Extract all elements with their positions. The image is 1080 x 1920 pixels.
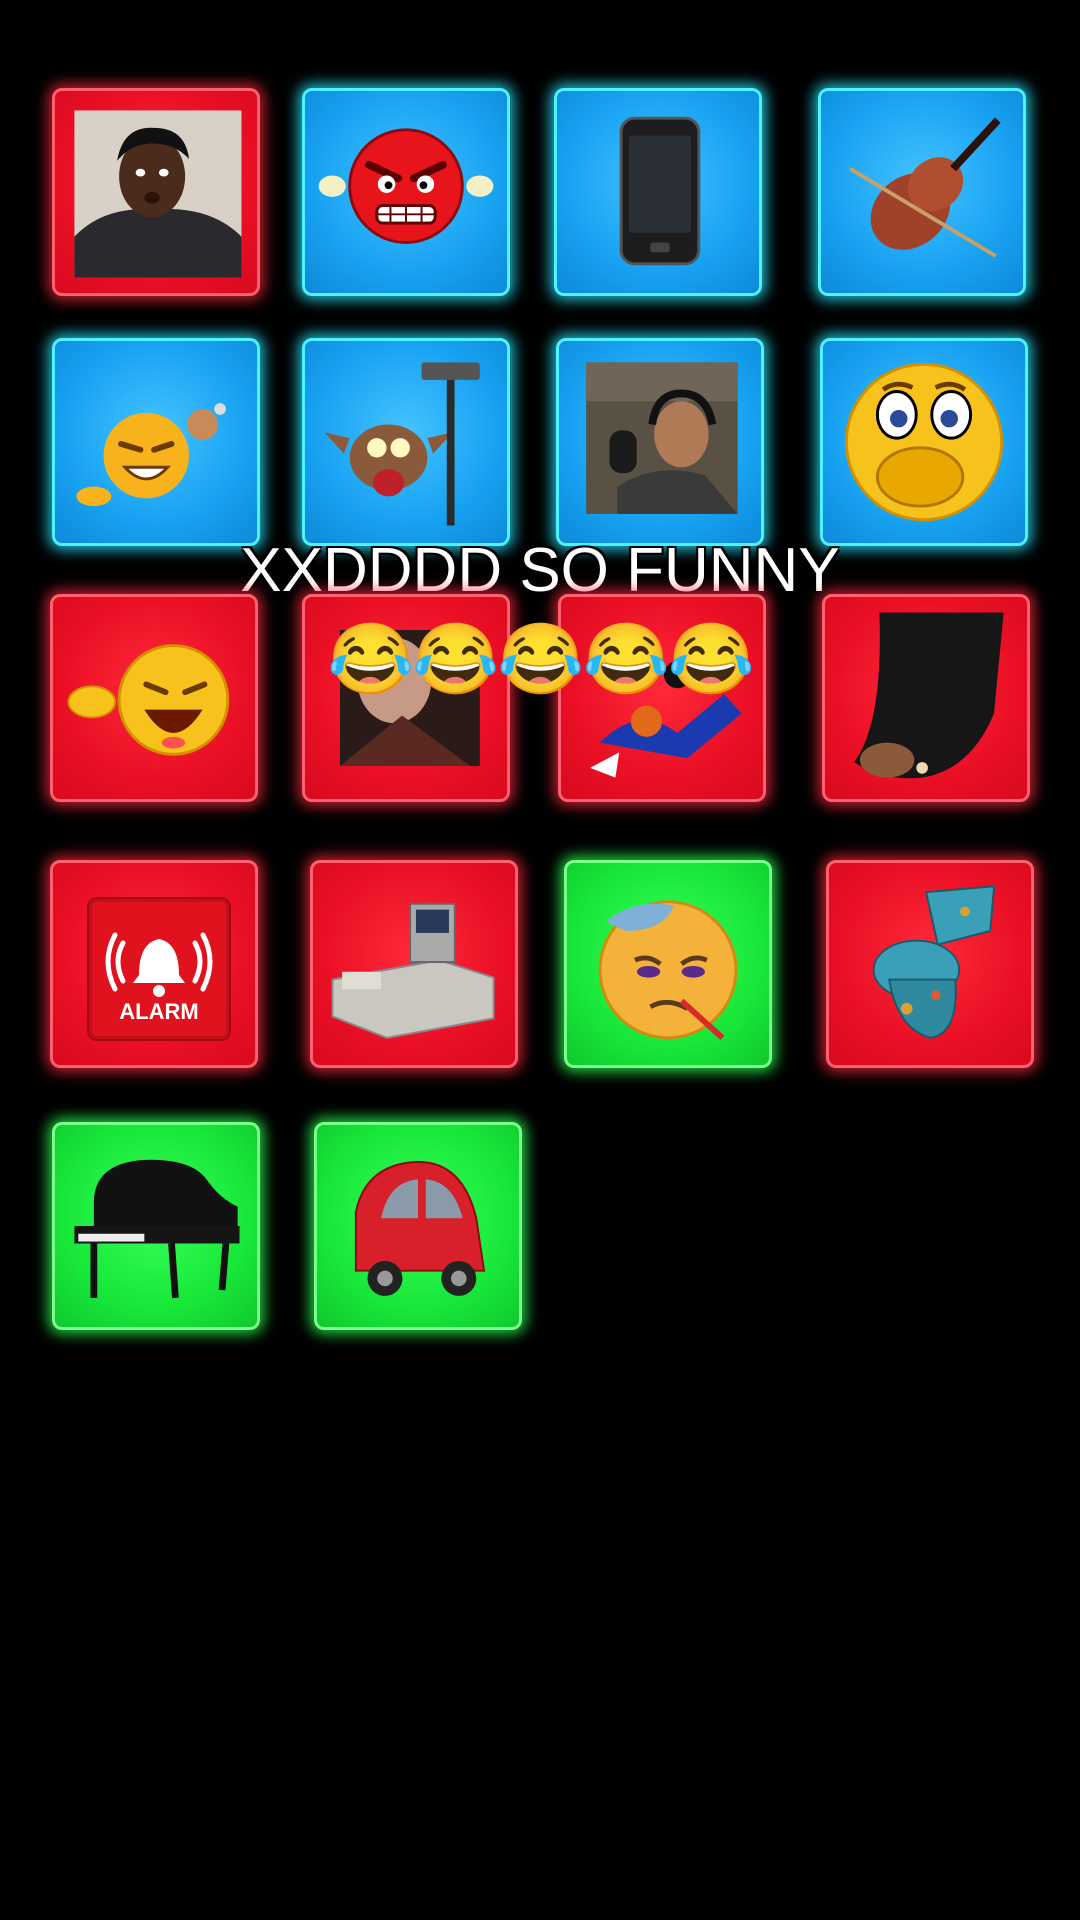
phone-icon — [619, 116, 701, 266]
radio-studio-image — [586, 362, 738, 514]
angry-face-pad[interactable] — [302, 88, 510, 296]
laughing-pointing-emoji-icon — [76, 403, 226, 507]
shocked-face-pad[interactable] — [820, 338, 1028, 546]
angry-face-icon — [318, 128, 494, 244]
toilet-icon — [872, 885, 996, 1039]
cartoon-coyote-hammer-pad[interactable] — [302, 338, 510, 546]
surprised-guy-pad[interactable] — [52, 88, 260, 296]
cash-register-icon — [331, 902, 495, 1039]
piano-pad[interactable] — [52, 1122, 260, 1330]
sick-face-pad[interactable] — [564, 860, 772, 1068]
alarm-pad[interactable]: ALARM — [50, 860, 258, 1068]
radio-studio-singer-pad[interactable] — [556, 338, 764, 546]
surprised-guy-image — [74, 110, 242, 278]
alarm-badge: ALARM — [87, 897, 231, 1041]
toilet-pad[interactable] — [826, 860, 1034, 1068]
phone-pad[interactable] — [554, 88, 762, 296]
alarm-label: ALARM — [119, 999, 199, 1024]
coyote-hammer-icon — [324, 362, 480, 526]
laughing-pointing-pad[interactable] — [52, 338, 260, 546]
violin-icon — [849, 117, 1001, 258]
shocked-face-icon — [844, 362, 1004, 522]
cash-register-pad[interactable] — [310, 860, 518, 1068]
sick-face-icon — [598, 900, 738, 1040]
piano-icon — [74, 1159, 240, 1299]
small-car-pad[interactable] — [314, 1122, 522, 1330]
small-car-icon — [354, 1160, 486, 1296]
laughing-emojis: 😂😂😂😂😂 — [327, 620, 755, 698]
violin-pad[interactable] — [818, 88, 1026, 296]
